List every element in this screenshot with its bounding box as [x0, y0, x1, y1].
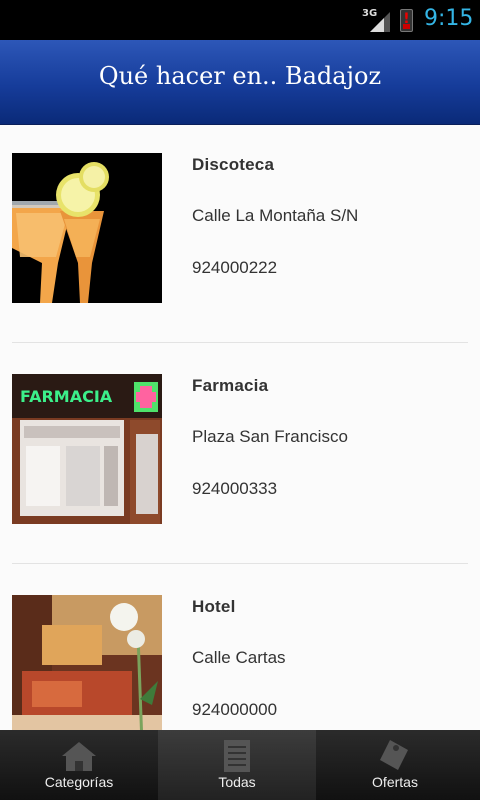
tab-label: Todas — [218, 774, 256, 790]
page-title: Qué hacer en.. Badajoz — [98, 62, 382, 90]
status-bar: 3G ! 9:15 — [0, 0, 480, 40]
app-header: Qué hacer en.. Badajoz — [0, 40, 480, 125]
place-address: Calle Cartas — [192, 648, 286, 667]
place-name: Farmacia — [192, 376, 269, 395]
pharmacy-image: FARMACIA — [12, 374, 162, 524]
network-indicator: 3G — [362, 8, 392, 32]
battery-alert-mark: ! — [403, 11, 410, 27]
bottom-tab-bar: Categorías Todas Ofertas — [0, 730, 480, 800]
tab-ofertas[interactable]: Ofertas — [316, 730, 474, 800]
signal-icon — [370, 12, 390, 32]
list-document-icon — [224, 740, 250, 772]
place-address: Calle La Montaña S/N — [192, 206, 359, 225]
tab-label: Categorías — [44, 774, 114, 790]
list-item[interactable]: Discoteca Calle La Montaña S/N 924000222 — [0, 124, 480, 345]
clock: 9:15 — [424, 6, 474, 31]
tag-icon — [380, 740, 408, 770]
list-item[interactable]: FARMACIA Farmacia Plaza San Francisco 92… — [0, 345, 480, 566]
place-name: Hotel — [192, 597, 236, 616]
place-address: Plaza San Francisco — [192, 427, 348, 446]
place-name: Discoteca — [192, 155, 275, 174]
house-icon — [62, 742, 96, 771]
list-item[interactable]: Hotel Calle Cartas 924000000 — [0, 566, 480, 730]
battery-alert-icon: ! — [400, 9, 413, 32]
divider — [12, 563, 468, 564]
tab-todas[interactable]: Todas — [158, 730, 316, 800]
cocktail-image — [12, 153, 162, 303]
divider — [12, 342, 468, 343]
place-phone[interactable]: 924000222 — [192, 258, 277, 278]
place-phone[interactable]: 924000000 — [192, 700, 277, 720]
pharmacy-sign-text: FARMACIA — [20, 387, 113, 406]
places-list: Discoteca Calle La Montaña S/N 924000222… — [0, 124, 480, 730]
tab-label: Ofertas — [372, 774, 418, 790]
tab-categorias[interactable]: Categorías — [0, 730, 158, 800]
hotel-room-image — [12, 595, 162, 730]
place-phone[interactable]: 924000333 — [192, 479, 277, 499]
